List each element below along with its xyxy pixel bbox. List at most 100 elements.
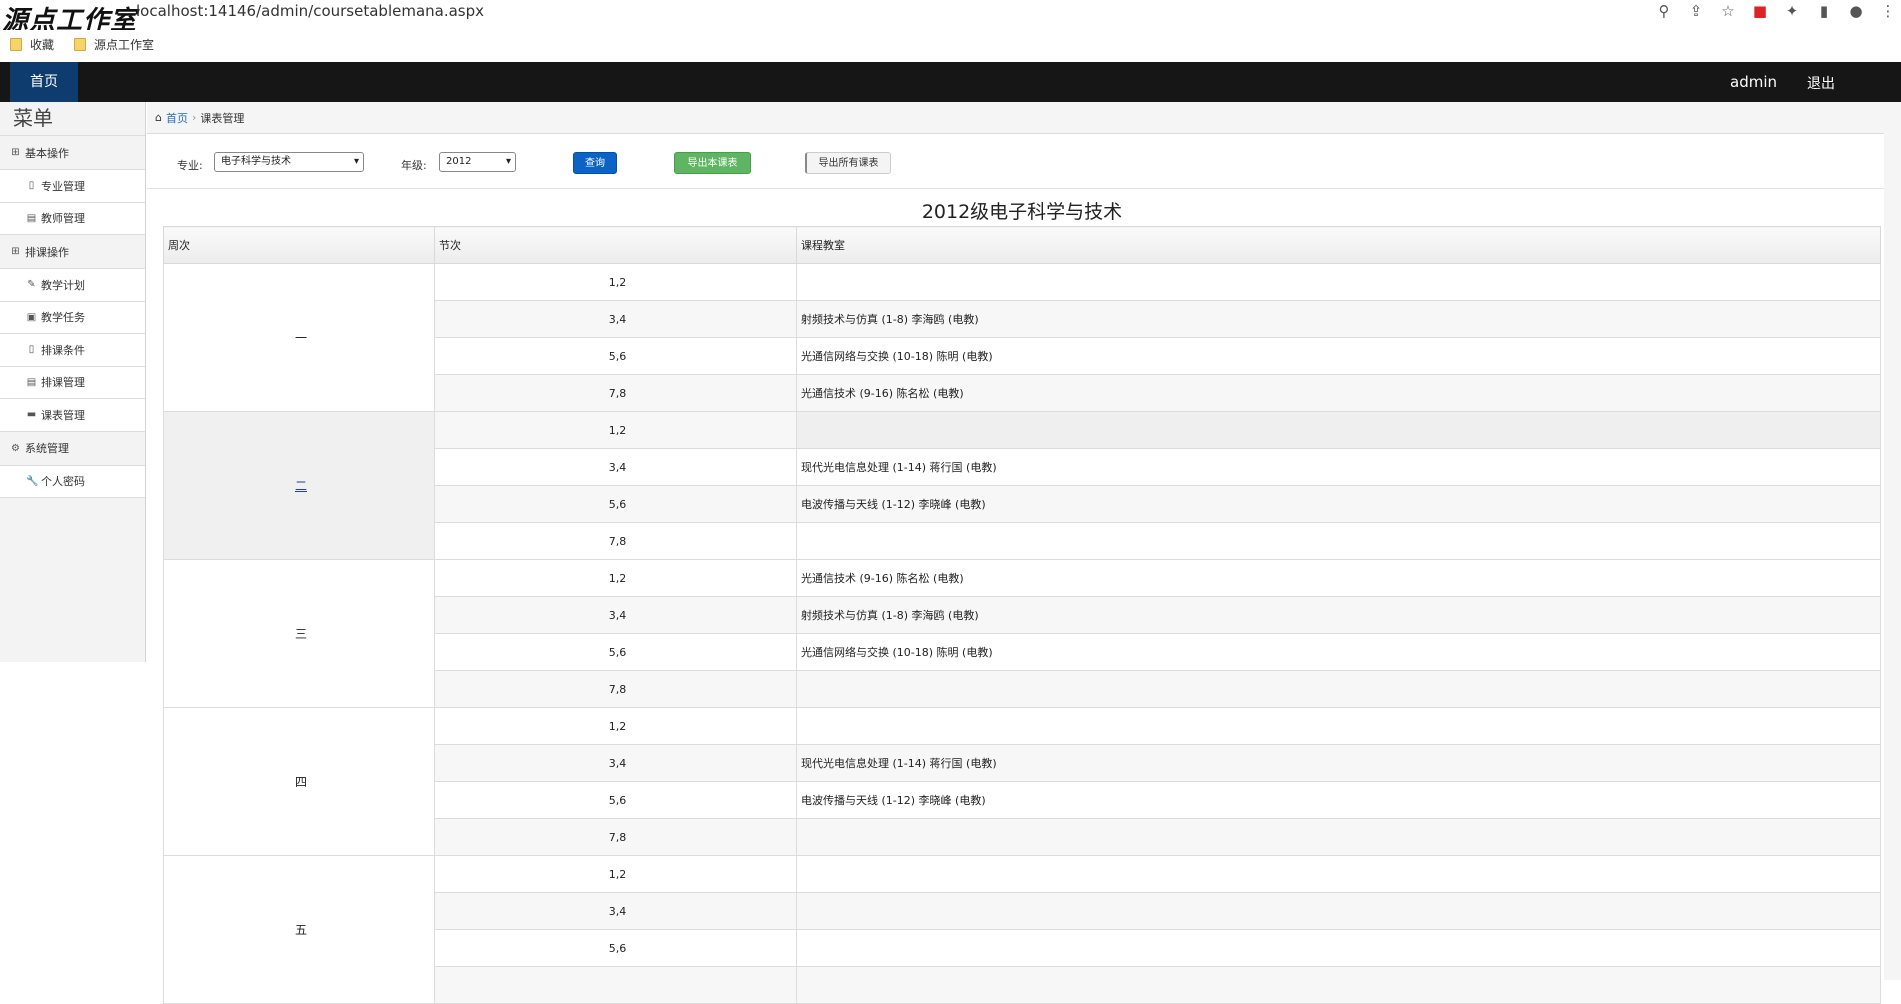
column-header: 节次 (434, 226, 797, 264)
sidebar-item-timetable[interactable]: ▬ 课表管理 (0, 399, 145, 432)
slot-cell: 5,6 (434, 485, 797, 523)
breadcrumb-home-link[interactable]: 首页 (166, 110, 188, 126)
bookmark-item[interactable]: 源点工作室 (74, 36, 154, 53)
sidebar-item-plan[interactable]: ✎ 教学计划 (0, 269, 145, 302)
table-row: 四 1,2 (163, 707, 1881, 856)
bookmark-label: 收藏 (30, 38, 55, 52)
weekday-cell: 三 (163, 559, 435, 708)
share-icon[interactable]: ⇪ (1687, 2, 1705, 20)
slot-cell: 1,2 (434, 559, 797, 597)
slot-cell: 3,4 (434, 300, 797, 338)
sidebar-item-label: 课表管理 (41, 408, 85, 422)
sidebar-item-label: 个人密码 (41, 475, 85, 489)
list-icon: ▤ (26, 212, 37, 224)
bookmark-item[interactable]: 收藏 (10, 36, 54, 53)
main-content: ⌂ 首页 › 课表管理 专业: 电子科学与技术 ▾ 年级: 2012 ▾ 查询 … (147, 102, 1901, 1004)
bookmark-label: 源点工作室 (94, 38, 155, 52)
star-icon[interactable]: ☆ (1719, 2, 1737, 20)
course-cell (796, 707, 1881, 745)
profile-icon[interactable]: ● (1847, 2, 1865, 20)
major-label: 专业: (177, 159, 203, 172)
file-icon: ▯ (28, 180, 35, 192)
course-cell: 现代光电信息处理 (1-14) 蒋行国 (电教) (796, 744, 1881, 782)
extension-badge-icon[interactable]: ■ (1751, 2, 1769, 20)
logout-link[interactable]: 退出 (1807, 73, 1835, 93)
export-current-button[interactable]: 导出本课表 (674, 152, 751, 174)
puzzle-icon[interactable]: ✦ (1783, 2, 1801, 20)
top-navbar: 首页 admin 退出 (0, 62, 1901, 102)
course-cell (796, 929, 1881, 967)
page-scrollbar[interactable] (1884, 102, 1901, 980)
weekday-cell: 一 (163, 263, 435, 412)
slot-cell: 7,8 (434, 670, 797, 708)
sidebar-item-condition[interactable]: ▯ 排课条件 (0, 334, 145, 367)
nav-username[interactable]: admin (1730, 73, 1777, 91)
slot-cell: 7,8 (434, 818, 797, 856)
more-menu-icon[interactable]: ⋮ (1879, 2, 1897, 20)
slot-cell: 1,2 (434, 707, 797, 745)
course-cell: 光通信技术 (9-16) 陈名松 (电教) (796, 559, 1881, 597)
slot-cell: 1,2 (434, 263, 797, 301)
menu-group-basic[interactable]: ⊞ 基本操作 (0, 136, 145, 170)
chevron-down-icon: ▾ (505, 156, 511, 167)
course-cell: 现代光电信息处理 (1-14) 蒋行国 (电教) (796, 448, 1881, 486)
slot-cell (434, 966, 797, 1004)
filter-bar: 专业: 电子科学与技术 ▾ 年级: 2012 ▾ 查询 导出本课表 导出所有课表 (147, 152, 1901, 176)
image-icon: ▣ (26, 311, 37, 323)
sidebar-item-task[interactable]: ▣ 教学任务 (0, 301, 145, 334)
sidebar-item-label: 教师管理 (41, 212, 85, 226)
plus-box-icon: ⊞ (11, 147, 20, 158)
sidebar-item-major[interactable]: ▯ 专业管理 (0, 170, 145, 203)
weekday-cell: 四 (163, 707, 435, 856)
course-cell: 射频技术与仿真 (1-8) 李海鸥 (电教) (796, 596, 1881, 634)
slot-cell: 5,6 (434, 929, 797, 967)
slot-cell: 5,6 (434, 633, 797, 671)
course-cell (796, 263, 1881, 301)
slot-cell: 3,4 (434, 448, 797, 486)
menu-group-label: 基本操作 (25, 146, 69, 160)
slot-cell: 7,8 (434, 374, 797, 412)
url-field[interactable]: localhost:14146/admin/coursetablemana.as… (136, 2, 484, 20)
query-button[interactable]: 查询 (573, 152, 617, 174)
sidebar-item-label: 专业管理 (41, 179, 85, 193)
weekday-cell: 五 (163, 855, 435, 1004)
table-row: 二 1,2 (163, 411, 1881, 560)
slot-cell: 1,2 (434, 855, 797, 893)
table-header-row: 周次 节次 课程教室 (163, 226, 1881, 264)
course-cell (796, 522, 1881, 560)
zoom-icon[interactable]: ⚲ (1655, 2, 1673, 20)
menu-group-scheduling[interactable]: ⊞ 排课操作 (0, 235, 145, 269)
course-cell (796, 670, 1881, 708)
sidebar-item-label: 排课条件 (41, 343, 85, 357)
grade-select[interactable]: 2012 ▾ (439, 152, 516, 172)
sidebar-item-arrange[interactable]: ▤ 排课管理 (0, 366, 145, 399)
table-row: 五 1,2 (163, 855, 1881, 1004)
home-icon: ⌂ (155, 111, 162, 124)
slot-cell: 5,6 (434, 337, 797, 375)
major-select-value: 电子科学与技术 (221, 156, 291, 167)
grade-label: 年级: (401, 159, 427, 172)
export-all-button[interactable]: 导出所有课表 (805, 152, 891, 174)
slot-cell: 5,6 (434, 781, 797, 819)
slot-cell: 3,4 (434, 596, 797, 634)
course-cell (796, 966, 1881, 1004)
bookmarks-bar: 收藏 源点工作室 (0, 30, 1901, 60)
nav-home-tab[interactable]: 首页 (10, 62, 78, 102)
major-select[interactable]: 电子科学与技术 ▾ (214, 152, 364, 172)
browser-address-bar: 源点工作室 localhost:14146/admin/coursetablem… (0, 0, 1901, 36)
menu-group-system[interactable]: ⚙ 系统管理 (0, 432, 145, 466)
pencil-icon: ✎ (27, 279, 36, 291)
menu-title: 菜单 (0, 102, 145, 136)
menu-group-label: 排课操作 (25, 245, 69, 259)
sidebar-item-teacher[interactable]: ▤ 教师管理 (0, 202, 145, 235)
weekday-link[interactable]: 二 (295, 479, 307, 493)
divider (147, 188, 1901, 189)
table-row: 一 1,2 (163, 263, 1881, 412)
menu-group-label: 系统管理 (25, 442, 69, 455)
weekday-cell[interactable]: 二 (163, 411, 435, 560)
course-cell: 光通信网络与交换 (10-18) 陈明 (电教) (796, 633, 1881, 671)
sidebar-item-password[interactable]: 🔧 个人密码 (0, 465, 145, 498)
file-icon: ▯ (28, 344, 35, 356)
slot-cell: 1,2 (434, 411, 797, 449)
sidepanel-icon[interactable]: ▮ (1815, 2, 1833, 20)
